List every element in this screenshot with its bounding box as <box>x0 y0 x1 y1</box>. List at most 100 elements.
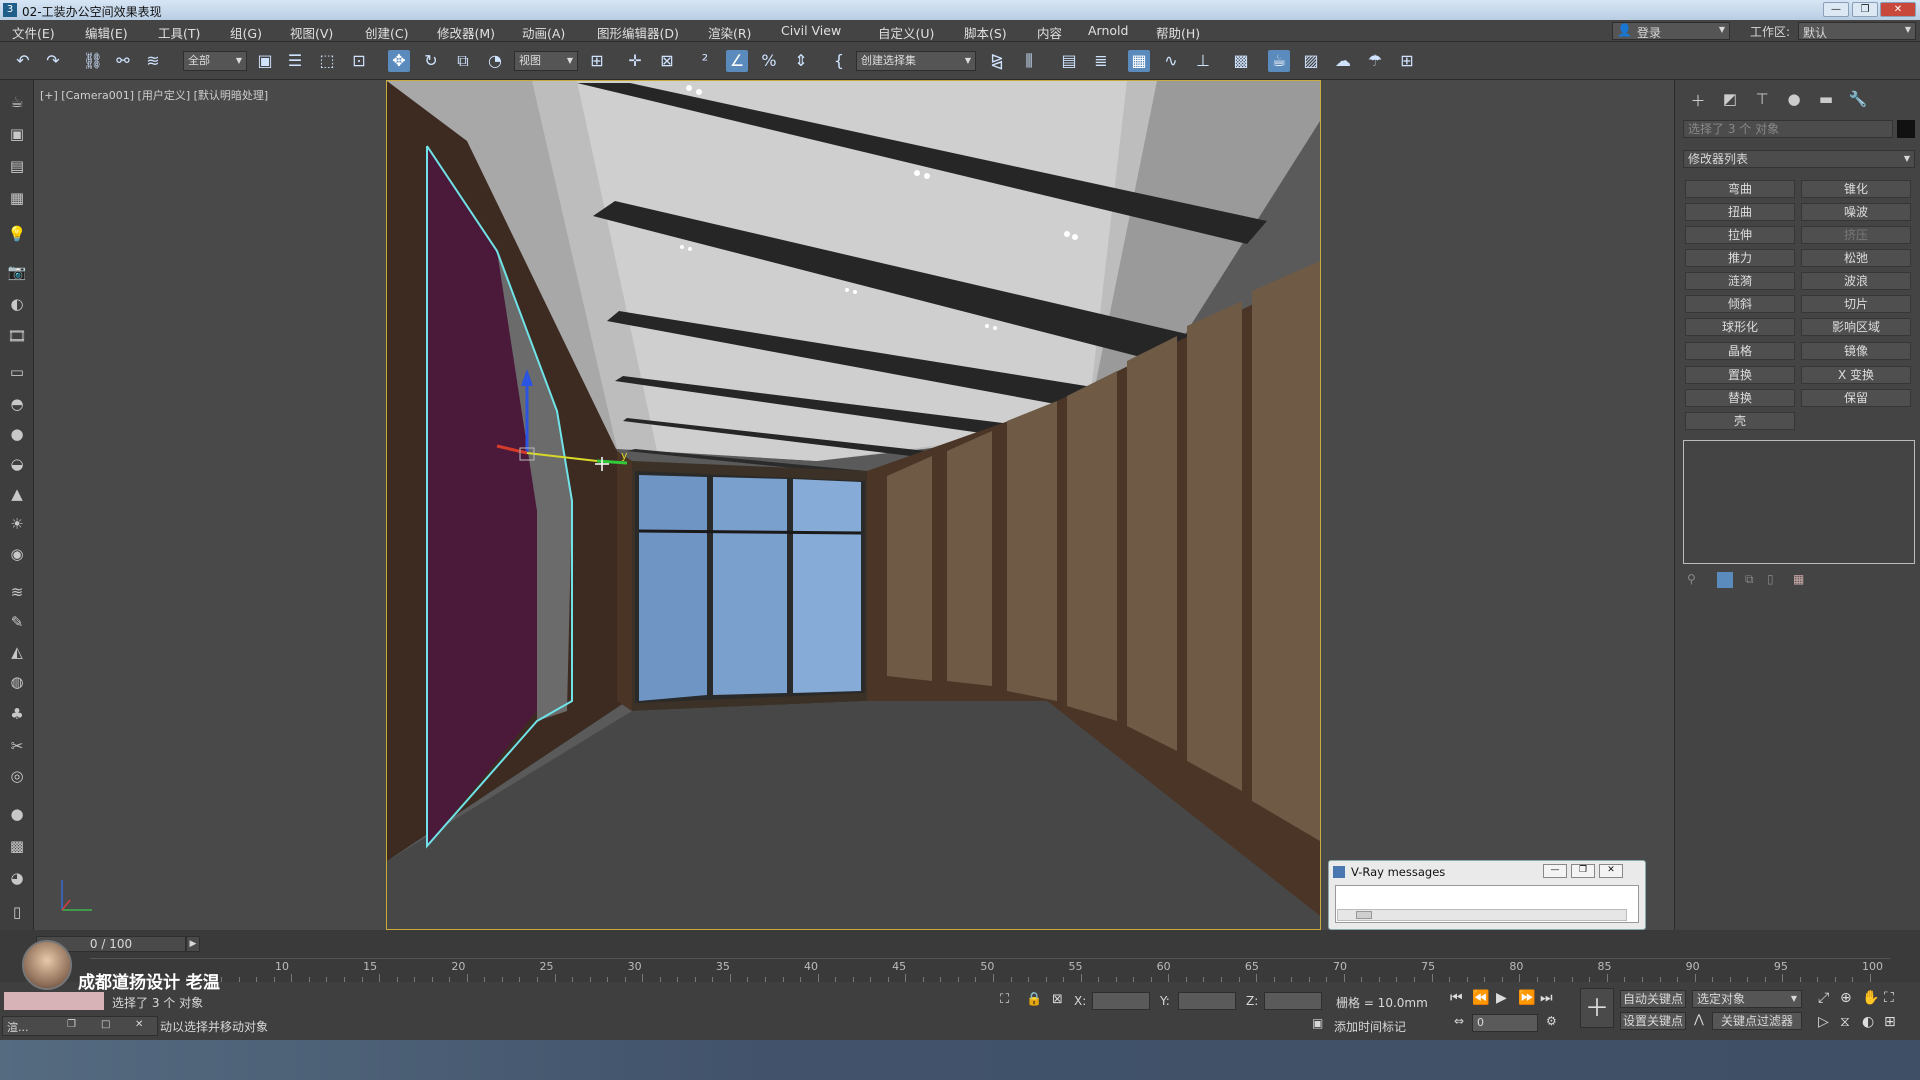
object-color-swatch[interactable] <box>1897 120 1915 138</box>
window-crossing-icon[interactable]: ⊡ <box>348 50 370 72</box>
menu-graph-editors[interactable]: 图形编辑器(D) <box>597 23 679 42</box>
layer-explorer-icon[interactable]: ≣ <box>1090 50 1112 72</box>
x-coordinate-field[interactable] <box>1092 992 1150 1010</box>
key-filters-button[interactable]: 关键点过滤器 <box>1712 1012 1802 1030</box>
chevron-right-icon[interactable]: ▶ <box>186 936 200 952</box>
table-icon[interactable]: ▦ <box>5 186 29 210</box>
os-taskbar[interactable] <box>0 1040 1920 1080</box>
modifier-bend-button[interactable]: 弯曲 <box>1685 180 1795 198</box>
menu-edit[interactable]: 编辑(E) <box>85 23 128 42</box>
remove-modifier-icon[interactable]: ▯ <box>1767 572 1774 586</box>
vray-messages-window[interactable]: V-Ray messages — ❐ ✕ <box>1328 860 1646 930</box>
maximize-icon[interactable]: □ <box>101 1019 110 1030</box>
zoom-icon[interactable]: ⤢ <box>1818 990 1829 1006</box>
scene-explorer-icon[interactable]: ▤ <box>1058 50 1080 72</box>
maximize-button[interactable]: ❐ <box>1852 2 1878 17</box>
menu-view[interactable]: 视图(V) <box>290 23 333 42</box>
schematic-view-icon[interactable]: ⊥ <box>1192 50 1214 72</box>
teapot-icon[interactable]: ☕ <box>5 90 29 114</box>
render-production-icon[interactable]: ☁ <box>1332 50 1354 72</box>
vray-frame-buffer-icon[interactable]: ⊞ <box>1396 50 1418 72</box>
field-of-view-icon[interactable]: ◐ <box>1862 1014 1874 1030</box>
workspace-dropdown[interactable]: 默认 ▼ <box>1798 22 1916 40</box>
modifier-spherify-button[interactable]: 球形化 <box>1685 318 1795 336</box>
named-selection-dropdown[interactable]: 创建选择集 ▼ <box>856 51 976 71</box>
selection-filter-dropdown[interactable]: 全部 ▼ <box>183 51 247 71</box>
modifier-ripple-button[interactable]: 涟漪 <box>1685 272 1795 290</box>
y-coordinate-field[interactable] <box>1178 992 1236 1010</box>
add-time-tag[interactable]: 添加时间标记 <box>1334 1018 1406 1035</box>
render-frame-icon[interactable]: ▣ <box>5 122 29 146</box>
menu-group[interactable]: 组(G) <box>230 23 262 42</box>
select-place-icon[interactable]: ◔ <box>484 50 506 72</box>
minimize-button[interactable]: — <box>1823 2 1849 17</box>
align-icon[interactable]: ⫼ <box>1018 50 1040 72</box>
configure-sets-icon[interactable]: ▦ <box>1793 572 1804 586</box>
undo-icon[interactable]: ↶ <box>12 50 34 72</box>
isolate-selection-icon[interactable]: ⛶ <box>1000 992 1009 1007</box>
material-editor-icon[interactable]: ▩ <box>1230 50 1252 72</box>
layers-icon[interactable]: ▤ <box>5 154 29 178</box>
curve-editor-icon[interactable]: ∿ <box>1160 50 1182 72</box>
rect-selection-icon[interactable]: ⬚ <box>316 50 338 72</box>
auto-key-button[interactable]: 自动关键点 <box>1620 990 1686 1008</box>
cone-icon[interactable]: ▲ <box>5 482 29 506</box>
walk-icon[interactable]: ⧖ <box>1840 1014 1850 1030</box>
modifier-list-dropdown[interactable]: 修改器列表 ▼ <box>1683 150 1915 168</box>
redo-icon[interactable]: ↷ <box>42 50 64 72</box>
menu-rendering[interactable]: 渲染(R) <box>708 23 751 42</box>
mask-icon[interactable]: ◐ <box>5 292 29 316</box>
next-frame-icon[interactable]: ⏩ <box>1518 990 1535 1006</box>
fov-icon[interactable]: ▷ <box>1818 1014 1829 1030</box>
sphere-icon[interactable]: ● <box>5 422 29 446</box>
zoom-extents-icon[interactable]: ⛶ <box>1884 990 1894 1006</box>
modifier-slice-button[interactable]: 切片 <box>1801 295 1911 313</box>
menu-create[interactable]: 创建(C) <box>365 23 408 42</box>
modifier-preserve-button[interactable]: 保留 <box>1801 389 1911 407</box>
modifier-stack[interactable] <box>1683 440 1915 564</box>
camera-viewport[interactable]: y <box>386 80 1321 930</box>
pipette-icon[interactable]: ✎ <box>5 610 29 634</box>
absolute-mode-icon[interactable]: ⊠ <box>1052 992 1063 1007</box>
edit-named-selection-icon[interactable]: { <box>828 50 850 72</box>
hierarchy-tab-icon[interactable]: ⊤ <box>1751 90 1773 110</box>
select-move-icon[interactable]: ✥ <box>388 50 410 72</box>
horizontal-scrollbar[interactable] <box>1337 909 1627 921</box>
z-coordinate-field[interactable] <box>1264 992 1322 1010</box>
set-key-button[interactable]: 设置关键点 <box>1620 1012 1686 1030</box>
pan-icon[interactable]: ✋ <box>1862 990 1879 1006</box>
ribbon-toggle-icon[interactable]: ▦ <box>1128 50 1150 72</box>
dial-icon[interactable]: ◎ <box>5 764 29 788</box>
plant-icon[interactable]: ♣ <box>5 702 29 726</box>
percent-snap-icon[interactable]: % <box>758 50 780 72</box>
scrollbar-thumb[interactable] <box>1356 911 1372 919</box>
menu-tools[interactable]: 工具(T) <box>158 23 200 42</box>
menu-civil-view[interactable]: Civil View <box>781 23 841 38</box>
unlink-icon[interactable]: ⚯ <box>112 50 134 72</box>
vray-sphere-icon[interactable]: ◕ <box>5 866 29 890</box>
modifier-noise-button[interactable]: 噪波 <box>1801 203 1911 221</box>
maxscript-listener[interactable] <box>4 992 104 1010</box>
motion-tab-icon[interactable]: ● <box>1783 90 1805 110</box>
spinner-snap-icon[interactable]: ⇕ <box>790 50 812 72</box>
go-to-end-icon[interactable]: ⏭ <box>1540 990 1553 1006</box>
create-tab-icon[interactable]: ＋ <box>1687 90 1709 110</box>
close-icon[interactable]: ✕ <box>135 1019 143 1030</box>
minimized-window[interactable]: 渲... ❐ □ ✕ <box>2 1016 158 1036</box>
link-icon[interactable]: ⛓ <box>82 50 104 72</box>
maximize-viewport-icon[interactable]: ⊞ <box>1884 1014 1896 1030</box>
angle-snap-icon[interactable]: ∠ <box>726 50 748 72</box>
sun-icon[interactable]: ☀ <box>5 512 29 536</box>
select-rotate-icon[interactable]: ↻ <box>420 50 442 72</box>
manipulate-icon[interactable]: ✛ <box>624 50 646 72</box>
modifier-push-button[interactable]: 推力 <box>1685 249 1795 267</box>
render-iterative-icon[interactable]: ☂ <box>1364 50 1386 72</box>
dome-icon[interactable]: ◓ <box>5 392 29 416</box>
hemisphere-icon[interactable]: ◒ <box>5 452 29 476</box>
restore-button[interactable]: ❐ <box>1571 864 1595 878</box>
modifier-xform-button[interactable]: X 变换 <box>1801 366 1911 384</box>
time-config-icon[interactable]: ⚙ <box>1546 1014 1557 1028</box>
modifier-skew-button[interactable]: 倾斜 <box>1685 295 1795 313</box>
camera-icon[interactable]: 📷 <box>5 260 29 284</box>
modifier-squeeze-button[interactable]: 挤压 <box>1801 226 1911 244</box>
